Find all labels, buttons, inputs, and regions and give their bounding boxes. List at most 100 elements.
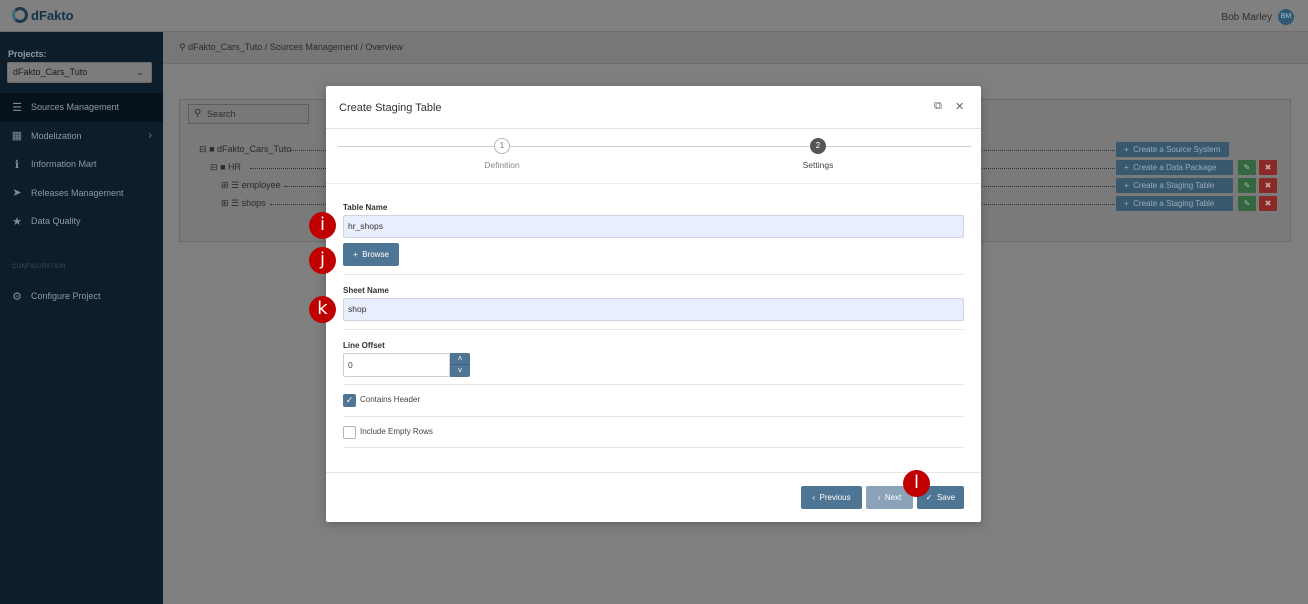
edit-button[interactable]: ✎ — [1238, 196, 1256, 211]
logo-icon — [12, 7, 28, 23]
create-staging-table-button[interactable]: + Create a Staging Table — [1116, 178, 1233, 193]
sidebar: Projects: dFakto_Cars_Tuto ⌄ ☰ Sources M… — [0, 32, 163, 604]
expand-icon[interactable]: ⧉ — [934, 100, 942, 113]
trash-icon: ✖ — [1264, 181, 1272, 190]
divider — [343, 274, 964, 275]
user-name[interactable]: Bob Marley — [1221, 12, 1272, 23]
trash-icon: ✖ — [1264, 199, 1272, 208]
edit-icon: ✎ — [1243, 181, 1251, 190]
include-empty-rows-checkbox[interactable] — [343, 426, 356, 439]
table-name-input[interactable]: hr_shops — [343, 215, 964, 238]
delete-button[interactable]: ✖ — [1259, 160, 1277, 175]
sidebar-item-configure-project[interactable]: ⚙ Configure Project — [0, 282, 163, 311]
tree-node-label: dFakto_Cars_Tuto — [217, 144, 292, 154]
gear-icon: ⚙ — [12, 290, 22, 303]
sheet-name-input[interactable]: shop — [343, 298, 964, 321]
include-empty-rows-label[interactable]: Include Empty Rows — [360, 427, 433, 436]
chevron-left-icon: ‹ — [812, 493, 816, 502]
table-icon: ☰ — [231, 198, 240, 208]
button-label: Create a Staging Table — [1133, 181, 1215, 190]
layers-icon: ☰ — [12, 101, 22, 114]
tree-connector — [982, 204, 1115, 205]
sidebar-item-releases-management[interactable]: ➤ Releases Management — [0, 179, 163, 208]
button-label: Create a Source System — [1133, 145, 1221, 154]
modal-footer-divider — [326, 472, 981, 473]
step-1-indicator[interactable]: 1 — [494, 138, 510, 154]
create-data-package-button[interactable]: + Create a Data Package — [1116, 160, 1233, 175]
sidebar-item-sources-management[interactable]: ☰ Sources Management — [0, 93, 163, 122]
sidebar-item-label: Modelization — [31, 130, 82, 141]
expand-icon: ⊞ — [221, 180, 229, 190]
divider — [343, 447, 964, 448]
collapse-icon: ⊟ — [199, 144, 207, 154]
tree-connector — [982, 186, 1115, 187]
step-2-label: Settings — [802, 160, 834, 170]
create-source-system-button[interactable]: + Create a Source System — [1116, 142, 1229, 157]
tree-node-employee[interactable]: ⊞ ☰ employee — [221, 178, 281, 192]
table-name-label: Table Name — [343, 203, 388, 212]
divider — [343, 416, 964, 417]
tree-node-label: shops — [241, 198, 266, 208]
search-placeholder: Search — [207, 109, 236, 119]
contains-header-label[interactable]: Contains Header — [360, 395, 420, 404]
plus-icon: + — [353, 250, 358, 259]
search-icon: ⚲ — [194, 108, 202, 119]
browse-button[interactable]: + Browse — [343, 243, 399, 266]
line-offset-input[interactable]: 0 — [343, 353, 450, 377]
sheet-name-label: Sheet Name — [343, 286, 389, 295]
avatar[interactable]: BM — [1278, 9, 1294, 25]
sidebar-item-modelization[interactable]: ▦ Modelization › — [0, 122, 163, 151]
sidebar-item-label: Configure Project — [31, 291, 101, 302]
app-logo[interactable]: dFakto — [12, 7, 74, 23]
top-bar: dFakto Bob Marley BM — [0, 0, 1308, 32]
contains-header-checkbox[interactable]: ✓ — [343, 394, 356, 407]
sidebar-item-label: Sources Management — [31, 102, 120, 113]
edit-icon: ✎ — [1243, 163, 1251, 172]
breadcrumb-text[interactable]: dFakto_Cars_Tuto / Sources Management / … — [188, 42, 403, 52]
plus-icon: + — [1124, 199, 1129, 208]
project-select-value: dFakto_Cars_Tuto — [13, 67, 88, 77]
increment-button[interactable]: ˄ — [450, 353, 470, 365]
tree-node-label: employee — [241, 180, 281, 190]
project-select[interactable]: dFakto_Cars_Tuto ⌄ — [7, 62, 152, 83]
previous-button[interactable]: ‹ Previous — [801, 486, 862, 509]
delete-button[interactable]: ✖ — [1259, 196, 1277, 211]
close-icon[interactable]: ✕ — [955, 100, 964, 113]
edit-icon: ✎ — [1243, 199, 1251, 208]
button-label: Create a Staging Table — [1133, 199, 1215, 208]
check-icon: ✓ — [925, 493, 933, 502]
plus-icon: + — [1124, 145, 1129, 154]
tree-node-shops[interactable]: ⊞ ☰ shops — [221, 196, 266, 210]
step-2-indicator[interactable]: 2 — [810, 138, 826, 154]
chevron-right-icon: › — [877, 493, 881, 502]
sidebar-item-data-quality[interactable]: ★ Data Quality — [0, 207, 163, 236]
wizard-stepper: 1 Definition 2 Settings — [338, 136, 971, 186]
edit-button[interactable]: ✎ — [1238, 160, 1256, 175]
expand-icon: ⊞ — [221, 198, 229, 208]
edit-button[interactable]: ✎ — [1238, 178, 1256, 193]
tree-connector — [270, 204, 326, 205]
plus-icon: + — [1124, 163, 1129, 172]
decrement-button[interactable]: ˅ — [450, 365, 470, 377]
plus-icon: + — [1124, 181, 1129, 190]
delete-button[interactable]: ✖ — [1259, 178, 1277, 193]
package-icon: ■ — [220, 162, 226, 172]
tree-connector — [982, 150, 1115, 151]
tree-node-hr[interactable]: ⊟ ■ HR — [210, 160, 241, 174]
collapse-icon: ⊟ — [210, 162, 218, 172]
tree-node-label: HR — [228, 162, 242, 172]
breadcrumb: ⚲ dFakto_Cars_Tuto / Sources Management … — [179, 42, 403, 53]
sidebar-item-information-mart[interactable]: ℹ Information Mart — [0, 150, 163, 179]
chevron-down-icon: ⌄ — [136, 67, 144, 77]
search-input[interactable]: ⚲ Search — [188, 104, 309, 124]
check-icon: ✓ — [345, 395, 354, 405]
sitemap-icon: ▦ — [11, 130, 23, 143]
info-icon: ℹ — [14, 158, 20, 171]
line-offset-label: Line Offset — [343, 341, 385, 350]
create-staging-table-button[interactable]: + Create a Staging Table — [1116, 196, 1233, 211]
tree-node-project[interactable]: ⊟ ■ dFakto_Cars_Tuto — [199, 142, 291, 156]
sidebar-item-label: Information Mart — [31, 159, 97, 170]
sidebar-config: ⚙ Configure Project — [0, 282, 163, 311]
divider — [343, 384, 964, 385]
next-label: Next — [884, 493, 902, 502]
